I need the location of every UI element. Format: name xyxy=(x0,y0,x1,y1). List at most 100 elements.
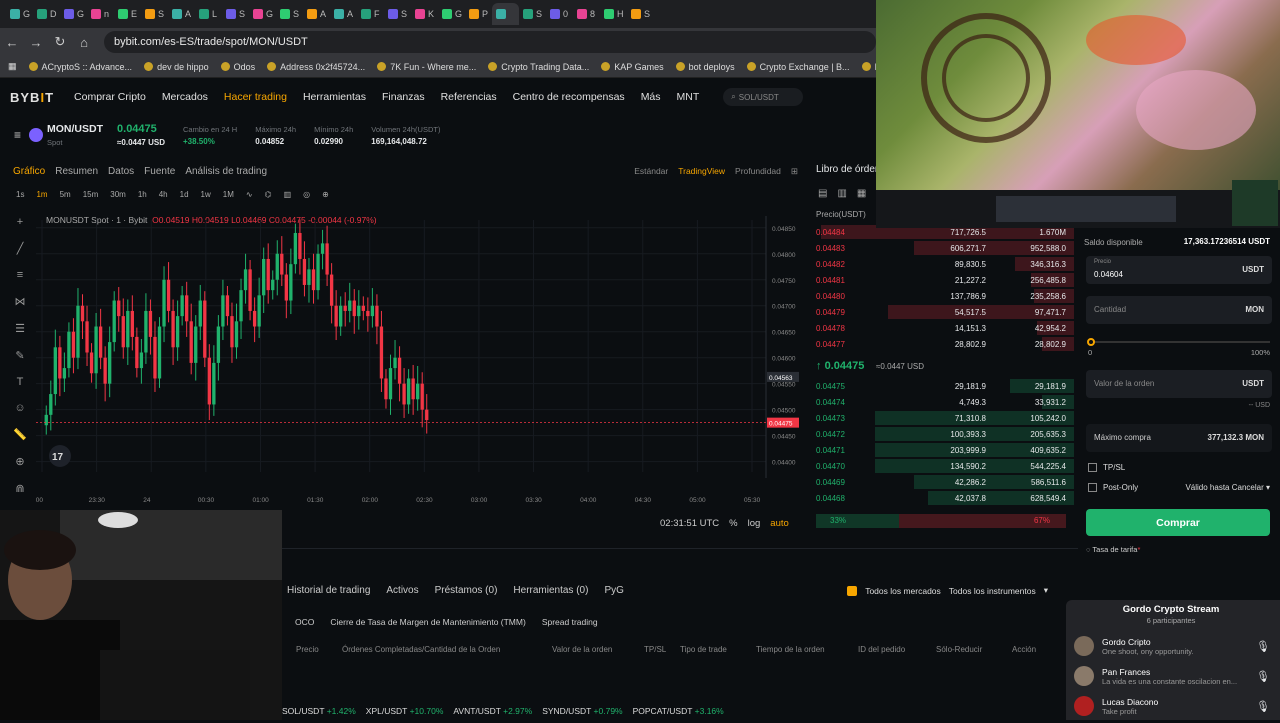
orderbook-row[interactable]: 0.04474 4,749.3 33,931.2 xyxy=(808,394,1074,410)
orderbook-title[interactable]: Libro de órden xyxy=(816,164,881,175)
browser-tab[interactable]: n xyxy=(87,3,114,25)
interval-option[interactable]: 30m xyxy=(110,190,126,199)
browser-tab[interactable]: E xyxy=(114,3,141,25)
all-markets-checkbox[interactable] xyxy=(847,585,858,596)
nav-item[interactable]: Hacer trading xyxy=(224,91,287,103)
orderbook-bids-icon[interactable]: ▥ xyxy=(837,188,846,199)
orders-subtab[interactable]: Cierre de Tasa de Margen de Mantenimient… xyxy=(330,617,525,627)
add-icon[interactable]: ⊕ xyxy=(322,190,329,199)
bookmark[interactable]: 7K Fun - Where me... xyxy=(377,62,476,72)
orderbook-row[interactable]: 0.04473 71,310.8 105,242.0 xyxy=(808,410,1074,426)
nav-item[interactable]: Más xyxy=(641,91,661,103)
magnet-icon[interactable]: ⋒ xyxy=(15,482,24,495)
crosshair-icon[interactable]: + xyxy=(17,216,23,228)
orderbook-row[interactable]: 0.04478 14,151.3 42,954.2 xyxy=(808,320,1074,336)
orders-tab[interactable]: Herramientas (0) xyxy=(513,585,588,596)
browser-tab[interactable]: A xyxy=(303,3,330,25)
time-in-force-select[interactable]: Válido hasta Cancelar ▾ xyxy=(1185,483,1270,492)
chart-tab[interactable]: Fuente xyxy=(144,166,175,177)
footer-ticker-item[interactable]: SYND/USDT +0.79% xyxy=(542,706,622,716)
bookmark[interactable]: Address 0x2f45724... xyxy=(267,62,365,72)
orderbook-both-icon[interactable]: ▤ xyxy=(818,188,827,199)
address-bar[interactable]: bybit.com/es-ES/trade/spot/MON/USDT xyxy=(104,31,876,53)
orders-tab[interactable]: Activos xyxy=(386,585,418,596)
home-icon[interactable]: ⌂ xyxy=(72,35,96,50)
nav-item[interactable]: MNT xyxy=(677,91,700,103)
apps-icon[interactable]: ▦ xyxy=(8,61,17,72)
interval-option[interactable]: 1s xyxy=(16,190,24,199)
emoji-icon[interactable]: ☺ xyxy=(14,402,25,414)
indicators-icon[interactable]: ∿ xyxy=(246,190,253,199)
orderbook-row[interactable]: 0.04470 134,590.2 544,225.4 xyxy=(808,458,1074,474)
layout-icon[interactable]: ⊞ xyxy=(791,166,798,177)
postonly-checkbox[interactable]: Post-Only xyxy=(1088,483,1138,492)
amount-slider[interactable] xyxy=(1087,338,1270,346)
footer-ticker-item[interactable]: SOL/USDT +1.42% xyxy=(282,706,356,716)
log-toggle[interactable]: log xyxy=(748,518,761,529)
footer-ticker-item[interactable]: XPL/USDT +10.70% xyxy=(366,706,444,716)
footer-ticker-item[interactable]: POPCAT/USDT +3.16% xyxy=(633,706,724,716)
nav-item[interactable]: Centro de recompensas xyxy=(513,91,625,103)
orders-tab[interactable]: Préstamos (0) xyxy=(435,585,498,596)
tpsl-checkbox[interactable]: TP/SL xyxy=(1088,463,1125,472)
voice-participant[interactable]: Pan Frances La vida es una constante osci… xyxy=(1074,662,1270,690)
browser-tab[interactable]: 8 xyxy=(573,3,600,25)
brush-icon[interactable]: ✎ xyxy=(15,349,24,362)
quantity-input[interactable]: Cantidad MON xyxy=(1086,296,1272,324)
slider-handle[interactable] xyxy=(1087,338,1095,346)
interval-option[interactable]: 1m xyxy=(36,190,47,199)
text-icon[interactable]: T xyxy=(17,376,24,388)
orders-tab[interactable]: Historial de trading xyxy=(287,585,370,596)
price-input[interactable]: Precio 0.04604 USDT xyxy=(1086,256,1272,284)
pair-selector[interactable]: MON/USDT Spot xyxy=(47,123,103,147)
interval-option[interactable]: 15m xyxy=(83,190,99,199)
reload-icon[interactable]: ↻ xyxy=(48,34,72,50)
interval-option[interactable]: 4h xyxy=(159,190,168,199)
buy-button[interactable]: Comprar xyxy=(1086,509,1270,536)
bars-icon[interactable]: ▥ xyxy=(284,190,292,199)
browser-tab[interactable]: F xyxy=(357,3,384,25)
all-markets-label[interactable]: Todos los mercados xyxy=(865,586,941,596)
chart-view-option[interactable]: Estándar xyxy=(634,166,668,177)
browser-tab[interactable]: A xyxy=(168,3,195,25)
orderbook-row[interactable]: 0.04469 42,286.2 586,511.6 xyxy=(808,474,1074,490)
bookmark[interactable]: KAP Games xyxy=(601,62,664,72)
bookmark[interactable]: Odos xyxy=(220,62,255,72)
candlestick-chart[interactable]: 0.04850 0.04800 0.04750 0.04700 0.04650 0.046… xyxy=(36,216,804,512)
bookmark[interactable]: dev de hippo xyxy=(144,62,209,72)
interval-option[interactable]: 1h xyxy=(138,190,147,199)
orderbook-row[interactable]: 0.04479 54,517.5 97,471.7 xyxy=(808,304,1074,320)
browser-tab[interactable]: G xyxy=(438,3,465,25)
interval-option[interactable]: 1w xyxy=(201,190,211,199)
bookmark[interactable]: Crypto Trading Data... xyxy=(488,62,589,72)
browser-tab[interactable] xyxy=(492,3,519,25)
orders-subtab[interactable]: Spread trading xyxy=(542,617,598,627)
bookmark[interactable]: bot deploys xyxy=(675,62,735,72)
interval-option[interactable]: 1d xyxy=(180,190,189,199)
order-value-input[interactable]: Valor de la orden USDT xyxy=(1086,370,1272,398)
horizontal-lines-icon[interactable]: ≡ xyxy=(17,269,23,281)
browser-tab[interactable]: G xyxy=(6,3,33,25)
bybit-logo[interactable]: BYBIT xyxy=(10,90,54,105)
voice-participant[interactable]: Gordo Cripto One shoot, ony opportunity. 🎙 xyxy=(1074,632,1270,660)
browser-tab[interactable]: G xyxy=(60,3,87,25)
auto-toggle[interactable]: auto xyxy=(770,518,789,529)
browser-tab[interactable]: S xyxy=(627,3,654,25)
chart-tab[interactable]: Resumen xyxy=(55,166,98,177)
fee-rate-link[interactable]: ◌ Tasa de tarifa* xyxy=(1086,545,1140,554)
interval-option[interactable]: 5m xyxy=(60,190,71,199)
orderbook-row[interactable]: 0.04471 203,999.9 409,635.2 xyxy=(808,442,1074,458)
browser-tab[interactable]: 0 xyxy=(546,3,573,25)
chevron-down-icon[interactable]: ▾ xyxy=(1044,585,1048,596)
browser-tab[interactable]: G xyxy=(249,3,276,25)
orders-subtab[interactable]: OCO xyxy=(295,617,314,627)
nav-item[interactable]: Herramientas xyxy=(303,91,366,103)
orderbook-row[interactable]: 0.04472 100,393.3 205,635.3 xyxy=(808,426,1074,442)
browser-tab[interactable]: P xyxy=(465,3,492,25)
browser-tab[interactable]: S xyxy=(222,3,249,25)
orderbook-row[interactable]: 0.04483 606,271.7 952,588.0 xyxy=(808,240,1074,256)
bookmark[interactable]: BidBit | Importan xyxy=(861,62,876,72)
browser-tab[interactable]: S xyxy=(519,3,546,25)
voice-participant[interactable]: Lucas Diacono Take profit 🎙 xyxy=(1074,692,1270,720)
orderbook-asks-icon[interactable]: ▦ xyxy=(857,188,866,199)
